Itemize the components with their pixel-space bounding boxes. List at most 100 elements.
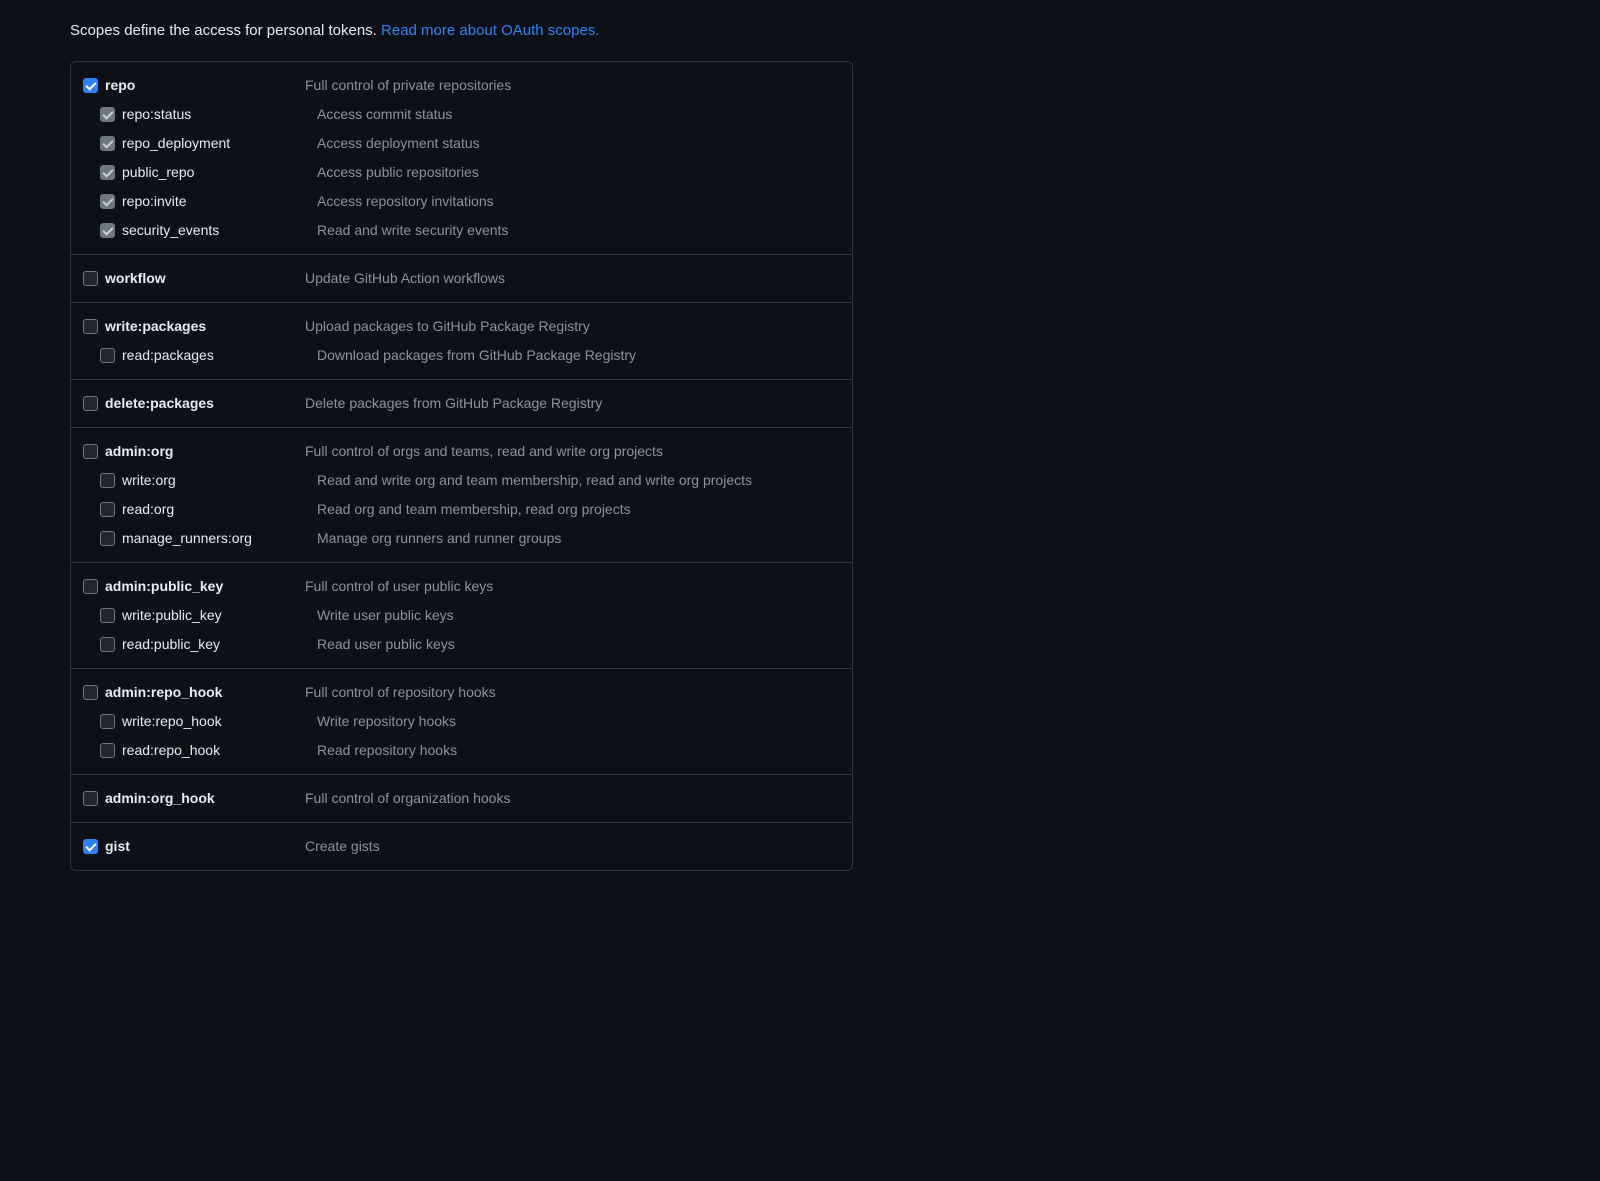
- scopes-intro: Scopes define the access for personal to…: [70, 20, 1530, 43]
- scope-group-delete-packages: delete:packagesDelete packages from GitH…: [71, 380, 852, 428]
- scope-checkbox-delete-packages[interactable]: [83, 396, 98, 411]
- scope-checkbox-repo[interactable]: [83, 78, 98, 93]
- intro-text: Scopes define the access for personal to…: [70, 22, 381, 39]
- scope-row-repo-deployment: repo_deploymentAccess deployment status: [83, 129, 840, 158]
- scope-checkbox-admin-repo-hook[interactable]: [83, 685, 98, 700]
- scope-description: Download packages from GitHub Package Re…: [317, 345, 840, 366]
- scope-group-admin-public-key: admin:public_keyFull control of user pub…: [71, 563, 852, 669]
- scope-checkbox-write-org[interactable]: [100, 473, 115, 488]
- scope-row-security-events: security_eventsRead and write security e…: [83, 216, 840, 245]
- scope-group-workflow: workflowUpdate GitHub Action workflows: [71, 255, 852, 303]
- scope-checkbox-write-repo-hook[interactable]: [100, 714, 115, 729]
- scope-label[interactable]: public_repo: [120, 162, 317, 183]
- scope-checkbox-security-events: [100, 223, 115, 238]
- scope-label[interactable]: admin:public_key: [103, 576, 300, 597]
- scopes-table: repoFull control of private repositories…: [70, 61, 853, 871]
- scope-group-write-packages: write:packagesUpload packages to GitHub …: [71, 303, 852, 380]
- scope-group-admin-repo-hook: admin:repo_hookFull control of repositor…: [71, 669, 852, 775]
- scope-checkbox-read-packages[interactable]: [100, 348, 115, 363]
- scope-label[interactable]: repo:status: [120, 104, 317, 125]
- scope-row-public-repo: public_repoAccess public repositories: [83, 158, 840, 187]
- scope-checkbox-admin-org-hook[interactable]: [83, 791, 98, 806]
- scope-description: Access repository invitations: [317, 191, 840, 212]
- scope-description: Write user public keys: [317, 605, 840, 626]
- scope-row-write-repo-hook: write:repo_hookWrite repository hooks: [83, 707, 840, 736]
- scope-checkbox-read-repo-hook[interactable]: [100, 743, 115, 758]
- scope-label[interactable]: admin:org_hook: [103, 788, 300, 809]
- scope-checkbox-repo-invite: [100, 194, 115, 209]
- scope-row-read-org: read:orgRead org and team membership, re…: [83, 495, 840, 524]
- scope-label[interactable]: repo: [103, 75, 300, 96]
- scope-label[interactable]: admin:repo_hook: [103, 682, 300, 703]
- scope-description: Write repository hooks: [317, 711, 840, 732]
- scope-label[interactable]: read:packages: [120, 345, 317, 366]
- scope-row-read-packages: read:packagesDownload packages from GitH…: [83, 341, 840, 370]
- scope-group-gist: gistCreate gists: [71, 823, 852, 870]
- scope-checkbox-public-repo: [100, 165, 115, 180]
- scope-label[interactable]: workflow: [103, 268, 300, 289]
- scope-description: Access commit status: [317, 104, 840, 125]
- scope-checkbox-repo-deployment: [100, 136, 115, 151]
- scope-label[interactable]: write:repo_hook: [120, 711, 317, 732]
- scope-label[interactable]: write:org: [120, 470, 317, 491]
- scope-checkbox-manage-runners-org[interactable]: [100, 531, 115, 546]
- scope-description: Read and write org and team membership, …: [317, 470, 840, 491]
- scope-label[interactable]: security_events: [120, 220, 317, 241]
- scope-checkbox-admin-public-key[interactable]: [83, 579, 98, 594]
- scope-row-write-packages: write:packagesUpload packages to GitHub …: [83, 312, 840, 341]
- scope-label[interactable]: delete:packages: [103, 393, 300, 414]
- scope-row-admin-org: admin:orgFull control of orgs and teams,…: [83, 437, 840, 466]
- scope-label[interactable]: gist: [103, 836, 300, 857]
- scope-description: Create gists: [300, 836, 840, 857]
- scope-label[interactable]: repo:invite: [120, 191, 317, 212]
- scope-checkbox-write-public-key[interactable]: [100, 608, 115, 623]
- scope-description: Access deployment status: [317, 133, 840, 154]
- scope-description: Read and write security events: [317, 220, 840, 241]
- scope-description: Full control of orgs and teams, read and…: [300, 441, 840, 462]
- scope-description: Update GitHub Action workflows: [300, 268, 840, 289]
- scope-row-repo: repoFull control of private repositories: [83, 71, 840, 100]
- scope-group-repo: repoFull control of private repositories…: [71, 62, 852, 255]
- scope-label[interactable]: write:packages: [103, 316, 300, 337]
- scope-checkbox-write-packages[interactable]: [83, 319, 98, 334]
- scope-row-delete-packages: delete:packagesDelete packages from GitH…: [83, 389, 840, 418]
- scope-row-manage-runners-org: manage_runners:orgManage org runners and…: [83, 524, 840, 553]
- scope-checkbox-gist[interactable]: [83, 839, 98, 854]
- scope-checkbox-read-public-key[interactable]: [100, 637, 115, 652]
- scope-description: Read org and team membership, read org p…: [317, 499, 840, 520]
- scope-row-admin-public-key: admin:public_keyFull control of user pub…: [83, 572, 840, 601]
- scope-checkbox-workflow[interactable]: [83, 271, 98, 286]
- scope-description: Manage org runners and runner groups: [317, 528, 840, 549]
- scope-description: Full control of user public keys: [300, 576, 840, 597]
- scope-label[interactable]: read:repo_hook: [120, 740, 317, 761]
- scope-label[interactable]: read:org: [120, 499, 317, 520]
- scope-description: Read repository hooks: [317, 740, 840, 761]
- scope-row-admin-repo-hook: admin:repo_hookFull control of repositor…: [83, 678, 840, 707]
- scope-description: Access public repositories: [317, 162, 840, 183]
- oauth-scopes-link[interactable]: Read more about OAuth scopes.: [381, 22, 599, 39]
- scope-description: Full control of organization hooks: [300, 788, 840, 809]
- scope-row-gist: gistCreate gists: [83, 832, 840, 861]
- scope-label[interactable]: write:public_key: [120, 605, 317, 626]
- scope-row-read-repo-hook: read:repo_hookRead repository hooks: [83, 736, 840, 765]
- scope-row-admin-org-hook: admin:org_hookFull control of organizati…: [83, 784, 840, 813]
- scope-checkbox-read-org[interactable]: [100, 502, 115, 517]
- scope-label[interactable]: repo_deployment: [120, 133, 317, 154]
- scope-group-admin-org: admin:orgFull control of orgs and teams,…: [71, 428, 852, 563]
- scope-description: Full control of repository hooks: [300, 682, 840, 703]
- scope-description: Read user public keys: [317, 634, 840, 655]
- scope-row-write-org: write:orgRead and write org and team mem…: [83, 466, 840, 495]
- scope-group-admin-org-hook: admin:org_hookFull control of organizati…: [71, 775, 852, 823]
- scope-label[interactable]: manage_runners:org: [120, 528, 317, 549]
- scope-description: Full control of private repositories: [300, 75, 840, 96]
- scope-row-read-public-key: read:public_keyRead user public keys: [83, 630, 840, 659]
- scope-description: Upload packages to GitHub Package Regist…: [300, 316, 840, 337]
- scope-row-repo-status: repo:statusAccess commit status: [83, 100, 840, 129]
- scope-checkbox-admin-org[interactable]: [83, 444, 98, 459]
- scope-label[interactable]: read:public_key: [120, 634, 317, 655]
- scope-row-workflow: workflowUpdate GitHub Action workflows: [83, 264, 840, 293]
- scope-checkbox-repo-status: [100, 107, 115, 122]
- scope-row-repo-invite: repo:inviteAccess repository invitations: [83, 187, 840, 216]
- scope-label[interactable]: admin:org: [103, 441, 300, 462]
- scope-row-write-public-key: write:public_keyWrite user public keys: [83, 601, 840, 630]
